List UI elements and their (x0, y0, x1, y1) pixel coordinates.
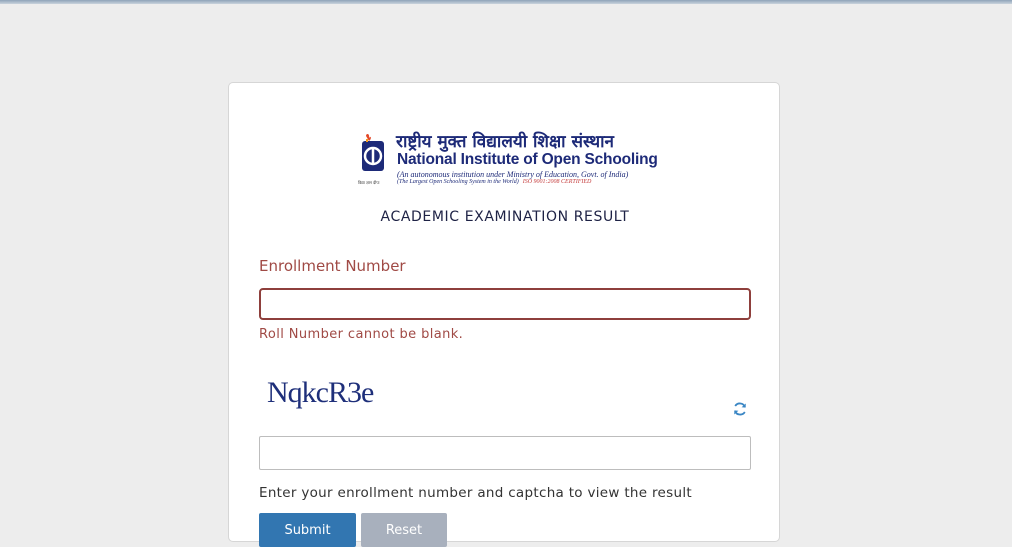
refresh-icon[interactable] (732, 401, 748, 417)
page-title: ACADEMIC EXAMINATION RESULT (380, 209, 630, 225)
enrollment-input[interactable] (259, 288, 751, 320)
institute-subtitle: (An autonomous institution under Ministr… (397, 170, 629, 179)
result-form-card: विद्या ज्ञान दीपः राष्ट्रीय मुक्त विद्या… (228, 82, 780, 547)
institute-name-hindi: राष्ट्रीय मुक्त विद्यालयी शिक्षा संस्थान (396, 132, 614, 152)
institute-name-prefix: National Institute of (397, 151, 542, 168)
top-bar (0, 0, 1012, 4)
institute-tagline: (The Largest Open Schooling System in th… (397, 179, 591, 185)
nios-logo: विद्या ज्ञान दीपः राष्ट्रीय मुक्त विद्या… (358, 131, 658, 189)
form-hint: Enter your enrollment number and captcha… (259, 485, 692, 501)
submit-button[interactable]: Submit (259, 513, 356, 547)
enrollment-label: Enrollment Number (259, 257, 406, 275)
enrollment-error: Roll Number cannot be blank. (259, 327, 464, 342)
institute-name-suffix: Open Schooling (541, 151, 658, 168)
captcha-input[interactable] (259, 436, 751, 470)
iso-certification: ISO 9001:2008 CERTIFIED (522, 179, 592, 185)
emblem-caption: विद्या ज्ञान दीपः (358, 180, 380, 185)
tagline-text: (The Largest Open Schooling System in th… (397, 179, 519, 185)
captcha-image: NqkcR3e (267, 376, 374, 409)
institute-name-english: National Institute of Open Schooling (397, 151, 658, 169)
reset-button[interactable]: Reset (361, 513, 447, 547)
